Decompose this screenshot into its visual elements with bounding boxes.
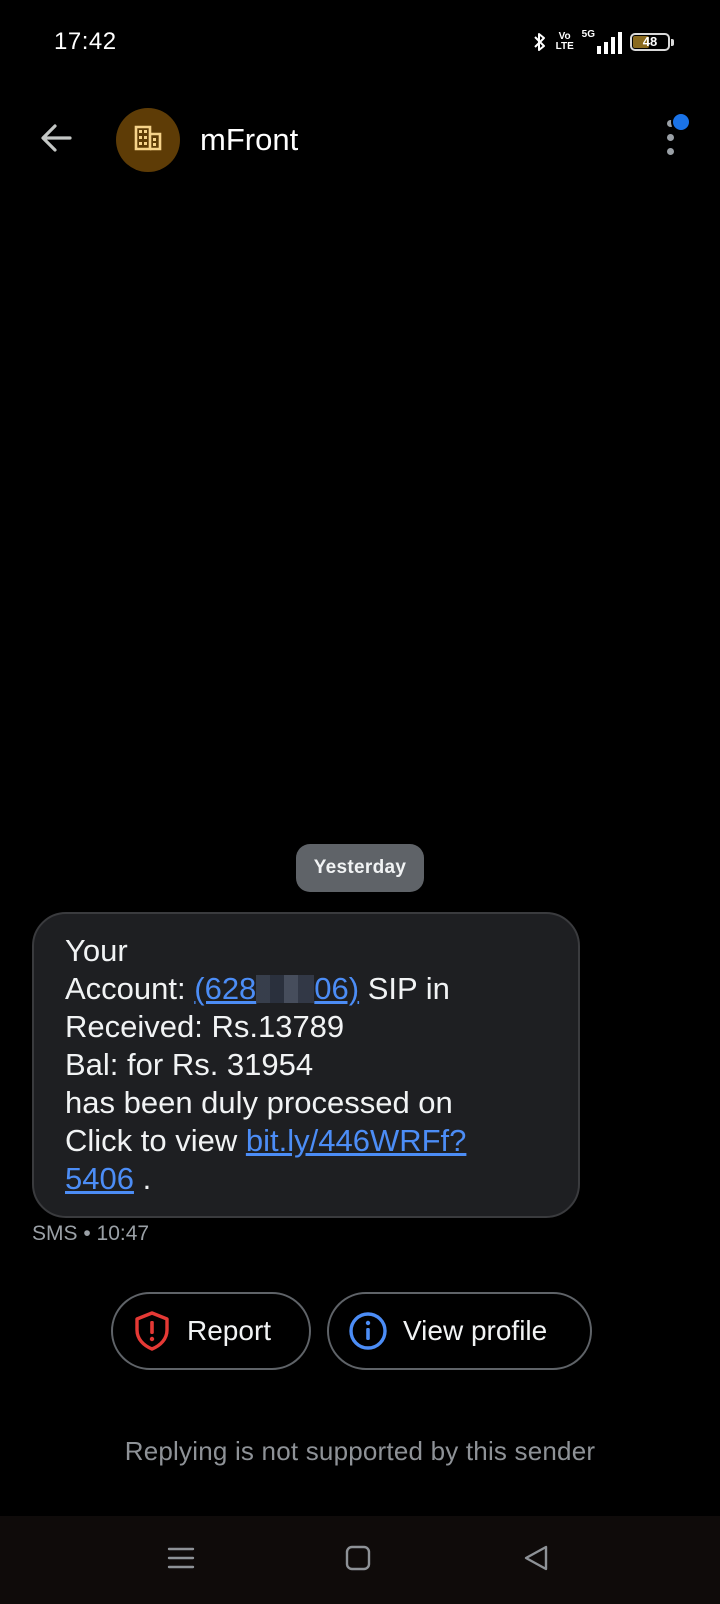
message-line: 5406 . xyxy=(65,1160,548,1198)
unread-indicator-dot xyxy=(671,112,691,132)
recents-button[interactable] xyxy=(157,1536,205,1584)
shield-alert-icon xyxy=(131,1310,173,1352)
report-button[interactable]: Report xyxy=(111,1292,311,1370)
home-button[interactable] xyxy=(334,1536,382,1584)
menu-lines-icon xyxy=(167,1544,195,1577)
short-url-link[interactable]: bit.ly/446WRFf? xyxy=(246,1123,467,1158)
message-text: Click to view xyxy=(65,1123,246,1158)
bluetooth-icon xyxy=(532,30,548,54)
status-bar: 17:42 Vo LTE 5G 48 xyxy=(0,0,720,84)
sender-name[interactable]: mFront xyxy=(200,122,298,158)
view-profile-label: View profile xyxy=(403,1315,548,1346)
back-triangle-icon xyxy=(522,1544,550,1577)
message-meta: SMS • 10:47 xyxy=(32,1222,150,1245)
report-label: Report xyxy=(187,1315,272,1346)
account-number-link[interactable]: (628 06) xyxy=(194,971,359,1006)
status-time: 17:42 xyxy=(54,28,117,55)
view-profile-button[interactable]: View profile xyxy=(327,1292,592,1370)
message-line: has been duly processed on xyxy=(65,1085,453,1120)
message-text: SIP in xyxy=(359,971,450,1006)
system-navigation-bar xyxy=(0,1516,720,1604)
back-nav-button[interactable] xyxy=(512,1536,560,1584)
message-bubble[interactable]: Your Account: (628 06) SIP in Received: R… xyxy=(32,912,580,1218)
message-line: Bal: for Rs. 31954 xyxy=(65,1047,314,1082)
volte-badge: Vo LTE xyxy=(555,31,574,52)
message-text: . xyxy=(133,1161,152,1196)
message-line: Click to view bit.ly/446WRFf? xyxy=(65,1122,548,1160)
date-chip: Yesterday xyxy=(296,844,424,892)
message-line: Your xyxy=(65,933,128,968)
signal-5g-icon: 5G xyxy=(582,30,622,54)
status-icons: Vo LTE 5G 48 xyxy=(532,26,674,58)
battery-icon: 48 xyxy=(630,33,674,51)
battery-level: 48 xyxy=(642,34,658,49)
back-arrow-icon xyxy=(38,120,74,161)
message-line: Received: Rs.13789 xyxy=(65,1009,345,1044)
more-dot xyxy=(667,134,674,141)
redacted-block xyxy=(256,975,315,1003)
message-line: Account: (628 06) SIP in xyxy=(65,970,548,1008)
info-icon xyxy=(347,1310,389,1352)
short-url-link-continued[interactable]: 5406 xyxy=(65,1161,134,1196)
reply-not-supported-notice: Replying is not supported by this sender xyxy=(124,1436,596,1466)
more-options-button[interactable] xyxy=(652,112,692,168)
sender-avatar[interactable] xyxy=(116,108,180,172)
home-square-icon xyxy=(344,1544,372,1577)
more-dot xyxy=(667,148,674,155)
business-building-icon xyxy=(133,123,163,158)
battery-cap xyxy=(671,39,674,46)
back-button[interactable] xyxy=(32,116,80,164)
app-bar: mFront xyxy=(0,96,720,184)
message-text: Account: xyxy=(65,971,195,1006)
